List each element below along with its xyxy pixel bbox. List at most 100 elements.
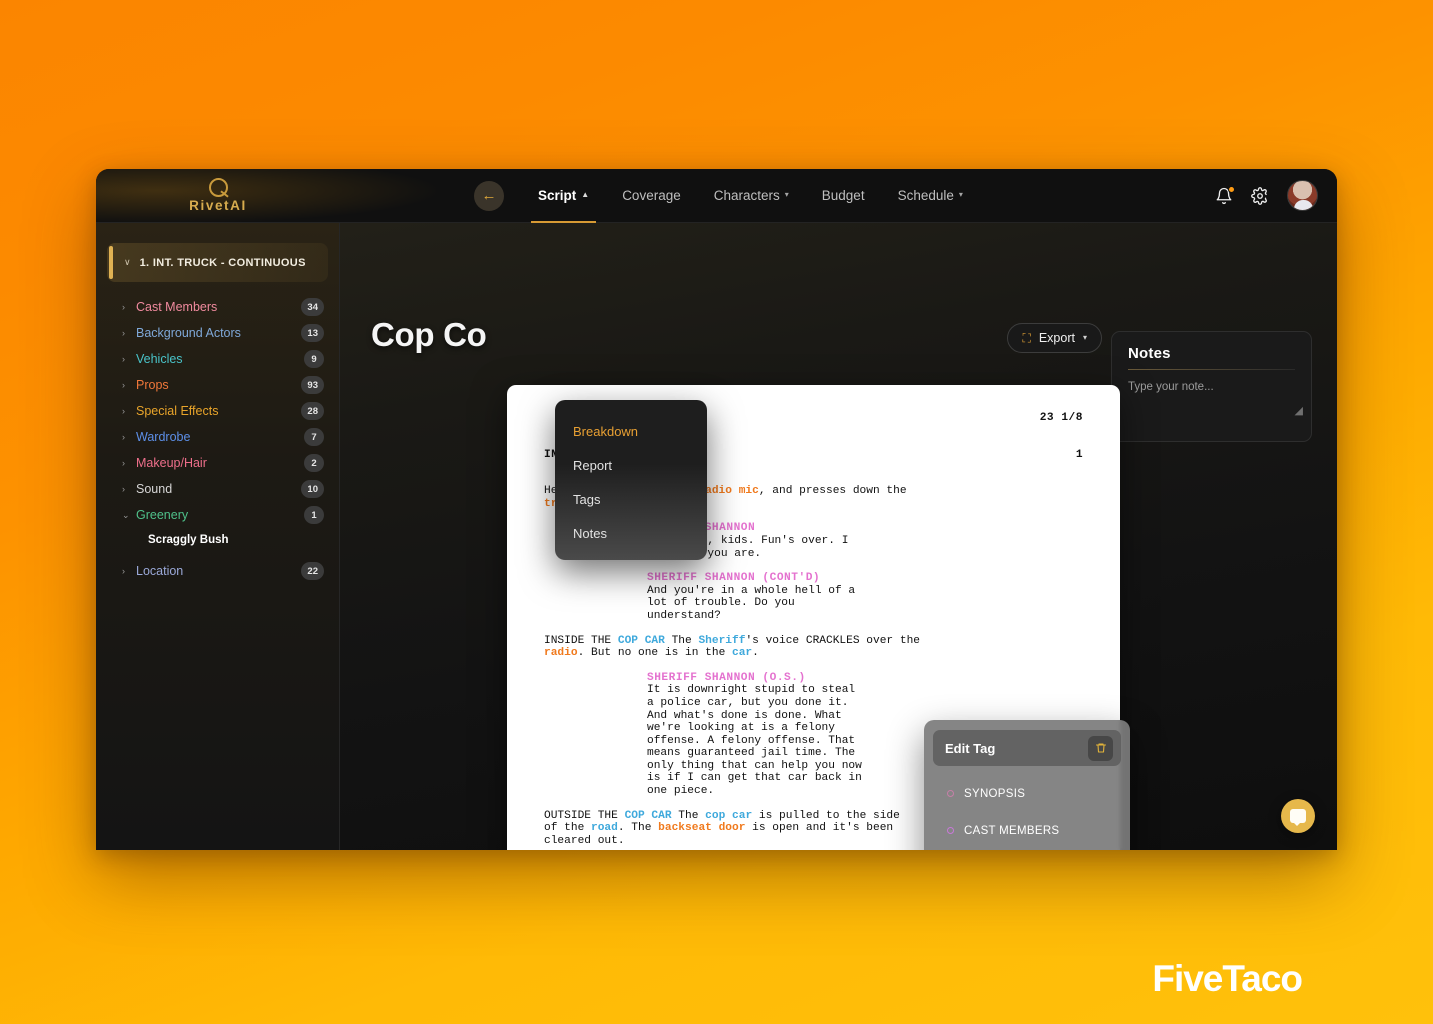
chevron-right-icon: › [122,406,125,416]
chevron-down-icon: ▾ [1082,332,1087,342]
tag-option-label: SYNOPSIS [964,787,1026,800]
tag-sheriff[interactable]: Sheriff [698,635,745,647]
color-dot-icon [947,827,954,834]
tab-coverage-label: Coverage [622,188,681,203]
tab-budget[interactable]: Budget [809,169,878,223]
sidebar-item-label: Greenery [136,508,189,522]
sidebar-item-sound[interactable]: › Sound 10 [111,476,324,502]
tab-characters[interactable]: Characters ▾ [701,169,802,223]
page-title: Cop Co [371,316,487,353]
action-block: INSIDE THE COP CAR The Sheriff's voice C… [544,635,1083,660]
tag-backseat-door[interactable]: backseat door [658,822,745,834]
chevron-right-icon: › [122,566,125,576]
top-bar: RivetAI ← Script ▲ Coverage Characters ▾… [96,169,1337,223]
tab-schedule-label: Schedule [897,188,954,203]
tab-coverage[interactable]: Coverage [609,169,694,223]
script-dropdown-menu: Breakdown Report Tags Notes [555,400,707,560]
chevron-right-icon: › [122,458,125,468]
chat-bubble-icon[interactable] [1281,799,1315,833]
tab-budget-label: Budget [821,188,865,203]
sidebar-item-label: Sound [136,482,173,496]
tab-script-label: Script [538,188,577,203]
edit-tag-title: Edit Tag [945,740,996,756]
cue-text: SHERIFF SHANNON (O.S.) [647,671,806,684]
app-window: RivetAI ← Script ▲ Coverage Characters ▾… [96,169,1337,850]
sidebar-item-label: Special Effects [136,404,219,418]
tab-schedule[interactable]: Schedule ▾ [885,169,976,223]
tab-script[interactable]: Script ▲ [525,169,602,223]
resize-handle-icon[interactable]: ◢ [1295,404,1303,417]
sidebar-item-props[interactable]: › Props 93 [111,372,324,398]
tag-option-label: CAST MEMBERS [964,824,1060,837]
menu-item-tags[interactable]: Tags [555,482,707,516]
tag-cop-car[interactable]: cop car [705,810,752,822]
tag-cop-car[interactable]: COP CAR [618,635,665,647]
sidebar-item-label: Location [136,564,184,578]
count-badge: 93 [301,376,324,394]
action-text: OUTSIDE THE [544,809,625,822]
chevron-down-icon: ⌄ [122,509,130,520]
sidebar-item-cast-members[interactable]: › Cast Members 34 [111,294,324,320]
breakdown-sidebar: ∨ 1. INT. TRUCK - CONTINUOUS › Cast Memb… [96,223,340,850]
main-nav: ← Script ▲ Coverage Characters ▾ Budget … [474,169,976,223]
edit-tag-header: Edit Tag [933,730,1121,766]
action-text: . [752,647,759,660]
sidebar-item-greenery[interactable]: ⌄ Greenery 1 [111,502,324,528]
sidebar-item-vehicles[interactable]: › Vehicles 9 [111,346,324,372]
chevron-right-icon: › [122,484,125,494]
sidebar-item-special-effects[interactable]: › Special Effects 28 [111,398,324,424]
menu-item-report[interactable]: Report [555,448,707,482]
action-text: . The [617,822,659,835]
color-dot-icon [947,790,954,797]
tag-option-synopsis[interactable]: SYNOPSIS [933,775,1121,812]
sidebar-item-wardrobe[interactable]: › Wardrobe 7 [111,424,324,450]
sidebar-item-label: Vehicles [136,352,183,366]
export-button[interactable]: ⛶ Export ▾ [1007,323,1102,353]
brand-logo[interactable]: RivetAI [96,169,340,223]
action-text: The [671,809,706,822]
dialogue-block: And you're in a whole hell of a lot of t… [647,584,856,622]
count-badge: 28 [301,402,324,420]
notes-title: Notes [1128,345,1171,362]
note-input[interactable]: Type your note... [1128,381,1295,393]
chevron-down-icon: ∨ [124,257,131,267]
character-cue: SHERIFF SHANNON (CONT'D) [544,572,1083,585]
rivet-r-logo-icon [208,178,228,197]
chevron-right-icon: › [122,380,125,390]
export-icon: ⛶ [1022,330,1031,345]
tag-car[interactable]: car [732,647,752,659]
action-text: The [664,634,699,647]
sidebar-item-label: Background Actors [136,326,241,340]
scene-number: 1 [1075,448,1083,461]
action-text: 's voice CRACKLES over the [745,634,920,647]
count-badge: 13 [301,324,324,342]
menu-item-breakdown[interactable]: Breakdown [555,414,707,448]
trash-icon[interactable] [1088,735,1113,761]
arrow-left-icon[interactable]: ← [474,180,504,211]
gear-icon[interactable] [1251,186,1269,205]
action-text: . But no one is in the [577,647,732,660]
sidebar-item-makeup-hair[interactable]: › Makeup/Hair 2 [111,450,324,476]
user-avatar[interactable] [1287,180,1318,211]
chevron-down-icon: ▾ [784,190,789,199]
tag-option-cast-members[interactable]: CAST MEMBERS [933,812,1121,849]
chevron-up-icon: ▲ [581,190,590,199]
bell-icon[interactable] [1215,185,1235,205]
tag-radio[interactable]: radio [544,647,578,659]
tag-option-background-actors[interactable]: BACKGROUND ACTORS [933,849,1121,850]
main-content: Cop Co ⛶ Export ▾ Notes Type your note..… [340,223,1337,850]
fivetaco-watermark: FiveTaco [1152,958,1303,999]
chevron-right-icon: › [122,354,125,364]
scene-header[interactable]: ∨ 1. INT. TRUCK - CONTINUOUS [107,243,328,282]
sidebar-item-background-actors[interactable]: › Background Actors 13 [111,320,324,346]
menu-item-notes[interactable]: Notes [555,516,707,550]
topbar-actions [1215,180,1337,211]
chevron-down-icon: ▾ [958,190,963,199]
count-badge: 7 [304,428,324,446]
action-text: INSIDE THE [544,634,618,647]
sidebar-item-location[interactable]: › Location 22 [111,558,324,584]
count-badge: 1 [304,506,324,524]
tag-road[interactable]: road [591,822,618,834]
sidebar-subitem-scraggly-bush[interactable]: Scraggly Bush [111,528,324,552]
tag-cop-car[interactable]: COP CAR [625,810,672,822]
